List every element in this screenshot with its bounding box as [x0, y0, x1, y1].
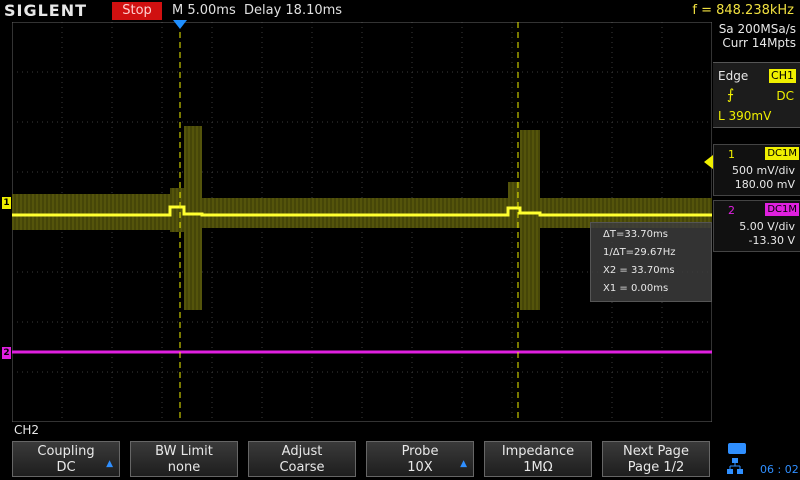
brand-logo: SIGLENT: [4, 1, 88, 20]
cursor-delta-t: ΔT=33.70ms: [603, 229, 668, 240]
ch1-selected-arrow-icon: [704, 155, 713, 169]
ch1-burst: [184, 126, 202, 310]
usb-icon: [728, 443, 746, 454]
network-icon: [727, 458, 743, 474]
ch1-panel[interactable]: 1 DC1M 500 mV/div 180.00 mV: [713, 144, 800, 196]
ch2-ground-marker[interactable]: 2: [2, 347, 11, 359]
top-status-bar: SIGLENT Stop M 5.00ms Delay 18.10ms f = …: [0, 0, 800, 22]
softkey-impedance[interactable]: Impedance 1MΩ: [484, 441, 592, 477]
clock: 06 : 02: [760, 463, 799, 476]
ch2-offset: -13.30 V: [748, 234, 795, 247]
memory-depth: Curr 14Mpts: [722, 36, 796, 50]
frequency-counter: f = 848.238kHz: [692, 3, 794, 18]
softkey-value: DC: [56, 460, 76, 475]
cursor-x1-value: X1 = 0.00ms: [603, 283, 669, 294]
select-arrow-icon: ▲: [460, 459, 467, 469]
sample-rate: Sa 200MSa/s: [718, 22, 796, 36]
ch2-coupling-badge: DC1M: [765, 203, 799, 216]
cursor-x2-value: X2 = 33.70ms: [603, 265, 675, 276]
trigger-level: L 390mV: [718, 109, 772, 123]
ch1-noise-band: [12, 194, 170, 230]
ch1-noise-band: [170, 188, 184, 232]
run-stop-badge[interactable]: Stop: [112, 2, 162, 20]
softkey-label: Probe: [401, 444, 439, 459]
ch2-scale: 5.00 V/div: [739, 220, 795, 233]
softkey-coupling[interactable]: Coupling DC ▲: [12, 441, 120, 477]
softkey-label: Impedance: [501, 444, 575, 459]
softkey-value: Coarse: [279, 460, 325, 475]
softkey-value: Page 1/2: [627, 460, 685, 475]
softkey-probe[interactable]: Probe 10X ▲: [366, 441, 474, 477]
timebase-readout[interactable]: M 5.00ms: [172, 3, 236, 18]
menu-title: CH2: [14, 423, 40, 437]
softkey-value: 10X: [407, 460, 433, 475]
ch2-panel[interactable]: 2 DC1M 5.00 V/div -13.30 V: [713, 200, 800, 252]
ch1-number: 1: [728, 148, 735, 161]
softkey-adjust[interactable]: Adjust Coarse: [248, 441, 356, 477]
ch1-ground-marker[interactable]: 1: [2, 197, 11, 209]
cursor-inverse-delta-t: 1/ΔT=29.67Hz: [603, 247, 676, 258]
softkey-label: Next Page: [623, 444, 689, 459]
softkey-bw-limit[interactable]: BW Limit none: [130, 441, 238, 477]
select-arrow-icon: ▲: [106, 459, 113, 469]
trigger-source-badge: CH1: [769, 69, 796, 83]
ch1-burst: [520, 130, 540, 310]
delay-readout[interactable]: Delay 18.10ms: [244, 3, 342, 18]
softkey-label: Adjust: [281, 444, 323, 459]
rising-edge-icon: ⨍: [727, 87, 735, 103]
acquisition-info: Sa 200MSa/s Curr 14Mpts: [713, 22, 800, 52]
ch1-scale: 500 mV/div: [732, 164, 795, 177]
ch2-number: 2: [728, 204, 735, 217]
ch1-noise-band: [202, 198, 508, 228]
ch1-offset: 180.00 mV: [734, 178, 795, 191]
cursor-measurement-box: ΔT=33.70ms 1/ΔT=29.67Hz X2 = 33.70ms X1 …: [590, 222, 712, 302]
status-area: 06 : 02: [720, 441, 800, 480]
softkey-label: Coupling: [37, 444, 95, 459]
softkey-label: BW Limit: [155, 444, 213, 459]
trigger-panel[interactable]: Edge CH1 ⨍ DC L 390mV: [713, 62, 800, 128]
trigger-type: Edge: [718, 69, 749, 83]
softkey-next-page[interactable]: Next Page Page 1/2: [602, 441, 710, 477]
softkey-value: 1MΩ: [523, 460, 553, 475]
trigger-position-marker[interactable]: [173, 20, 187, 29]
trigger-coupling: DC: [776, 89, 794, 103]
ch1-coupling-badge: DC1M: [765, 147, 799, 160]
softkey-value: none: [167, 460, 201, 475]
